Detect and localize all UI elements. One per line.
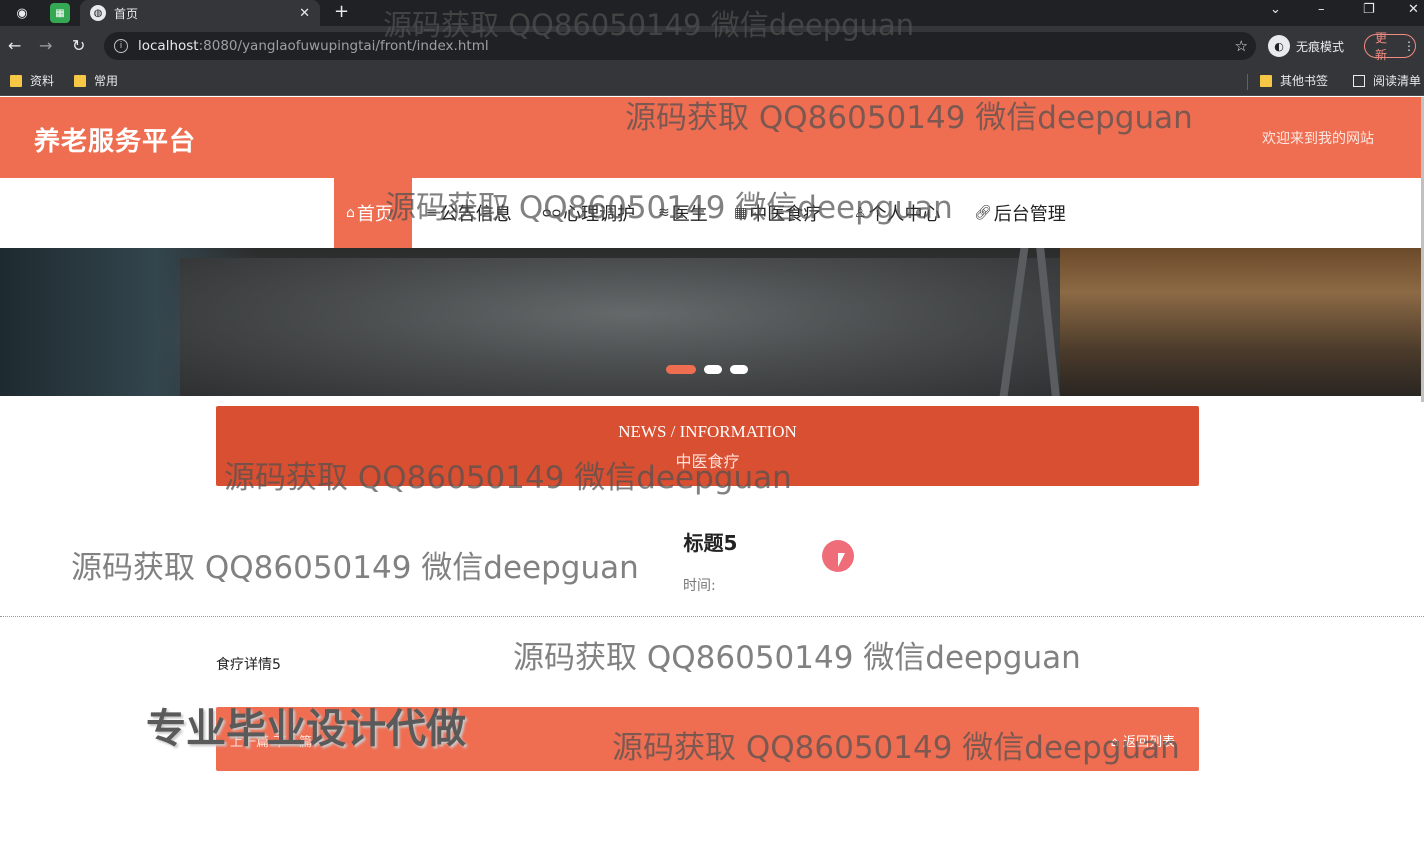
article-body: 食疗详情5 xyxy=(216,657,281,673)
folder-icon xyxy=(1260,74,1272,87)
new-tab-button[interactable]: + xyxy=(334,2,349,22)
nav-profile[interactable]: ♙ 个人中心 xyxy=(854,178,941,248)
mouse-cursor-icon xyxy=(838,553,852,567)
close-window-icon[interactable]: ✕ xyxy=(1408,2,1419,17)
nav-label: 医生 xyxy=(671,204,708,225)
stack-icon: ≋ xyxy=(658,205,670,221)
minimize-icon[interactable]: – xyxy=(1318,2,1325,17)
main-nav: ⌂ 首页 ≡ 公告信息 ᴑᴑ 心理调护 ≋ 医生 ▦ 中医食疗 ♙ 个人中心 🔗… xyxy=(0,178,1421,248)
tab-title: 首页 xyxy=(114,6,139,21)
globe-icon: ◍ xyxy=(90,5,106,21)
carousel-indicators xyxy=(666,365,748,374)
reading-list-label: 阅读清单 xyxy=(1373,74,1422,88)
carousel-dot-2[interactable] xyxy=(704,365,722,374)
other-bookmarks[interactable]: 其他书签 xyxy=(1260,72,1328,89)
bookmark-label: 资料 xyxy=(30,74,55,88)
close-tab-icon[interactable]: ✕ xyxy=(299,6,310,21)
site-info-icon[interactable]: i xyxy=(114,39,128,53)
banner-image-road xyxy=(180,258,1080,396)
bookmark-folder-ziliao[interactable]: 资料 xyxy=(10,72,54,89)
nav-psychology[interactable]: ᴑᴑ 心理调护 xyxy=(542,178,635,248)
nav-diet-therapy[interactable]: ▦ 中医食疗 xyxy=(734,178,821,248)
reading-list-icon xyxy=(1353,74,1365,87)
news-heading-cn: 中医食疗 xyxy=(675,452,740,471)
back-to-list-button[interactable]: ⌂ 返回列表 xyxy=(1111,731,1175,750)
address-bar[interactable]: i localhost:8080/yanglaofuwupingtai/fron… xyxy=(104,32,1256,60)
back-icon[interactable]: ← xyxy=(8,36,21,56)
folder-icon xyxy=(10,74,22,87)
nav-announcements[interactable]: ≡ 公告信息 xyxy=(426,178,512,248)
back-to-list-label: 返回列表 xyxy=(1122,735,1175,750)
nav-label: 公告信息 xyxy=(439,204,512,225)
home-icon: ⌂ xyxy=(346,205,355,221)
kebab-menu-icon[interactable]: ⋮ xyxy=(1403,39,1415,53)
browser-tab-strip: ◉ ▦ ◍ 首页 ✕ + ⌄ – ❐ ✕ xyxy=(0,0,1424,26)
welcome-text: 欢迎来到我的网站 xyxy=(1262,131,1374,147)
carousel-dot-1[interactable] xyxy=(666,365,696,374)
news-heading-en: NEWS / INFORMATION xyxy=(618,422,797,441)
browser-toolbar: ← → ↻ i localhost:8080/yanglaofuwupingta… xyxy=(0,26,1424,66)
nav-label: 个人中心 xyxy=(868,204,941,225)
other-bookmarks-label: 其他书签 xyxy=(1280,74,1329,88)
incognito-label: 无痕模式 xyxy=(1296,39,1345,54)
bookmarks-divider xyxy=(1247,74,1248,90)
update-button[interactable]: 更新 ⋮ xyxy=(1364,31,1416,62)
nav-label: 心理调护 xyxy=(563,204,636,225)
browser-tab[interactable]: ◍ 首页 ✕ xyxy=(80,0,320,26)
banner-image-right xyxy=(1060,248,1421,396)
ad-overlay-text: 专业毕业设计代做 xyxy=(146,706,466,752)
sheets-icon[interactable]: ▦ xyxy=(50,3,70,23)
update-label: 更新 xyxy=(1375,31,1388,62)
grid-icon: ▦ xyxy=(734,205,748,221)
user-icon: ♙ xyxy=(854,205,867,221)
nav-admin[interactable]: 🔗︎ 后台管理 xyxy=(974,178,1066,248)
glasses-icon: ᴑᴑ xyxy=(542,205,562,221)
site-header: 养老服务平台 欢迎来到我的网站 xyxy=(0,97,1421,178)
news-header-bar: NEWS / INFORMATION 中医食疗 xyxy=(216,406,1199,486)
nav-home[interactable]: ⌂ 首页 xyxy=(334,178,412,248)
article-time: 时间: xyxy=(683,578,716,594)
banner-carousel[interactable] xyxy=(0,248,1421,396)
back-icon: ⌂ xyxy=(1110,735,1123,750)
tab-search-icon[interactable]: ⌄ xyxy=(1270,2,1281,17)
nav-doctor[interactable]: ≋ 医生 xyxy=(658,178,708,248)
link-icon: 🔗︎ xyxy=(974,205,992,221)
url-path: :8080/yanglaofuwupingtai/front/index.htm… xyxy=(198,38,489,54)
bookmarks-bar: 资料 常用 其他书签 阅读清单 xyxy=(0,66,1424,96)
bookmark-star-icon[interactable]: ☆ xyxy=(1235,37,1248,55)
nav-label: 中医食疗 xyxy=(749,204,822,225)
reading-list[interactable]: 阅读清单 xyxy=(1353,72,1421,89)
browser-menu-icon[interactable]: ◉ xyxy=(12,3,32,23)
article-title: 标题5 xyxy=(683,531,738,555)
incognito-indicator[interactable]: ◐ 无痕模式 xyxy=(1268,35,1344,57)
nav-label: 后台管理 xyxy=(993,204,1066,225)
carousel-dot-3[interactable] xyxy=(730,365,748,374)
bookmark-label: 常用 xyxy=(94,74,119,88)
incognito-icon: ◐ xyxy=(1268,35,1290,57)
url-host: localhost xyxy=(138,38,199,54)
restore-icon[interactable]: ❐ xyxy=(1363,2,1375,17)
nav-label: 首页 xyxy=(356,204,393,225)
forward-icon[interactable]: → xyxy=(39,36,52,56)
list-icon: ≡ xyxy=(426,205,438,221)
bookmark-folder-changyong[interactable]: 常用 xyxy=(74,72,118,89)
article-divider xyxy=(0,616,1424,617)
reload-icon[interactable]: ↻ xyxy=(72,36,85,56)
site-title: 养老服务平台 xyxy=(34,127,197,157)
folder-icon xyxy=(74,74,86,87)
